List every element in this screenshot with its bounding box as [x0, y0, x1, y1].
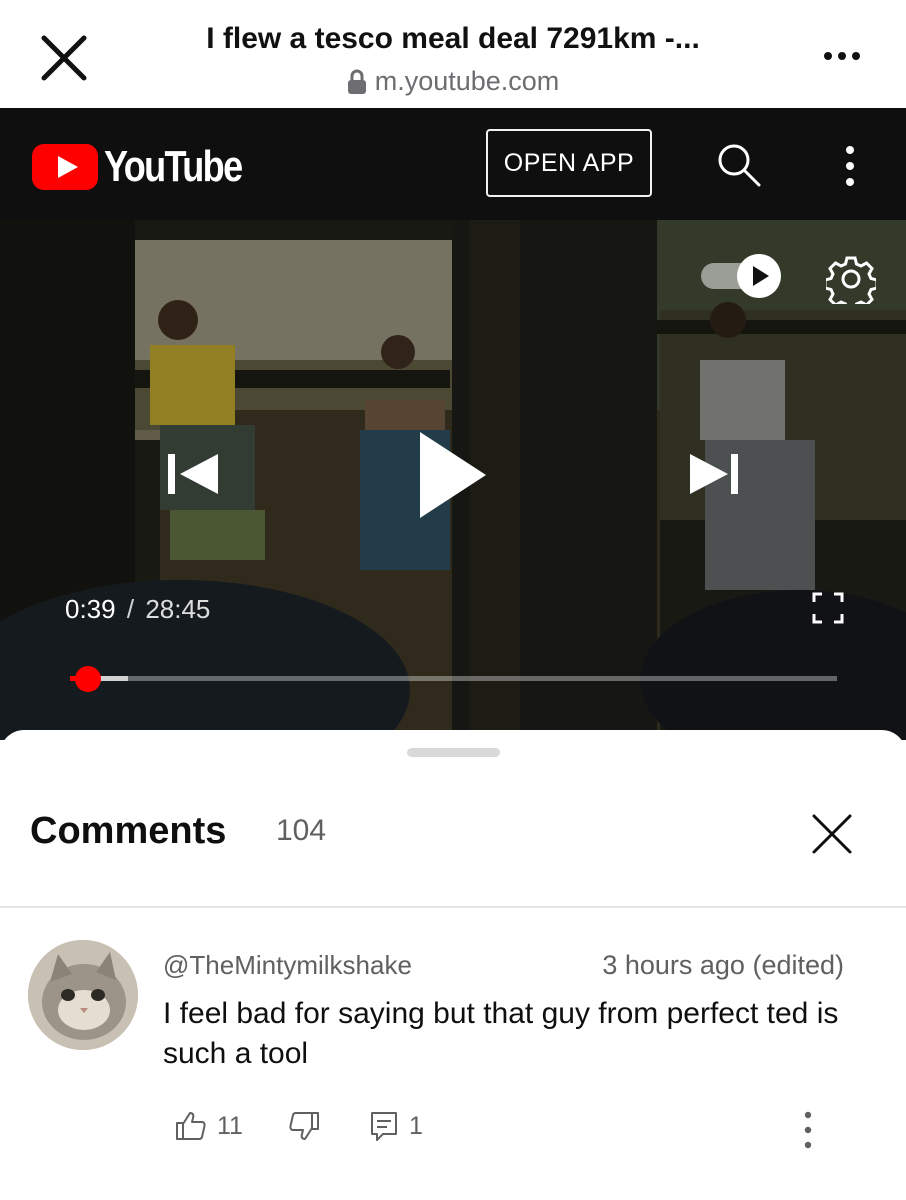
kebab-menu-icon[interactable]: [838, 144, 862, 188]
url-text: m.youtube.com: [374, 66, 560, 96]
comment-timestamp: 3 hours ago (edited): [602, 950, 844, 980]
time-display: 0:39 / 28:45: [65, 594, 210, 625]
comments-title: Comments: [30, 810, 227, 852]
cat-avatar-image: [28, 940, 138, 1050]
next-icon[interactable]: [688, 452, 742, 496]
duration: 28:45: [145, 594, 211, 624]
drag-handle[interactable]: [407, 748, 500, 757]
like-button[interactable]: 11: [175, 1110, 243, 1142]
close-browser-icon[interactable]: [36, 30, 92, 86]
play-icon[interactable]: [418, 430, 488, 520]
comment-actions: 11 1: [0, 1110, 906, 1150]
time-separator: /: [126, 594, 135, 624]
current-time: 0:39: [65, 594, 116, 624]
search-icon[interactable]: [716, 142, 762, 188]
fullscreen-icon[interactable]: [812, 592, 844, 624]
open-app-button[interactable]: OPEN APP: [486, 129, 652, 197]
reply-count: 1: [409, 1111, 423, 1140]
url-bar[interactable]: m.youtube.com: [120, 66, 786, 97]
more-options-icon[interactable]: [822, 46, 862, 66]
comments-panel: Comments 104 @TheMintymilkshake 3 hours …: [0, 730, 906, 1200]
page-title: I flew a tesco meal deal 7291km -...: [206, 22, 700, 55]
youtube-logo[interactable]: YouTube: [32, 142, 272, 192]
previous-icon[interactable]: [166, 452, 220, 496]
video-player[interactable]: 0:39 / 28:45: [0, 220, 906, 740]
comments-count: 104: [276, 814, 327, 847]
close-icon[interactable]: [808, 810, 856, 858]
thumbs-up-icon: [176, 1112, 206, 1140]
youtube-play-logo-icon: [32, 144, 98, 190]
settings-gear-icon[interactable]: [826, 254, 876, 304]
thumbs-down-icon: [289, 1112, 319, 1140]
autoplay-toggle-icon[interactable]: [699, 254, 783, 298]
comment-text: I feel bad for saying but that guy from …: [163, 997, 839, 1070]
lock-icon: [347, 69, 366, 94]
like-count: 11: [217, 1111, 243, 1140]
reply-button[interactable]: 1: [369, 1110, 423, 1142]
reply-comment-icon: [371, 1112, 397, 1141]
divider: [0, 906, 906, 908]
progress-scrubber[interactable]: [74, 666, 101, 692]
comment-author[interactable]: @TheMintymilkshake: [163, 950, 412, 981]
avatar[interactable]: [28, 940, 138, 1050]
progress-bar[interactable]: [70, 676, 837, 681]
youtube-wordmark: YouTube: [104, 142, 243, 191]
browser-top-bar: I flew a tesco meal deal 7291km -... m.y…: [0, 0, 906, 108]
youtube-header: YouTube OPEN APP: [0, 108, 906, 220]
dislike-button[interactable]: [288, 1110, 320, 1142]
comment-menu-icon[interactable]: [800, 1110, 816, 1150]
